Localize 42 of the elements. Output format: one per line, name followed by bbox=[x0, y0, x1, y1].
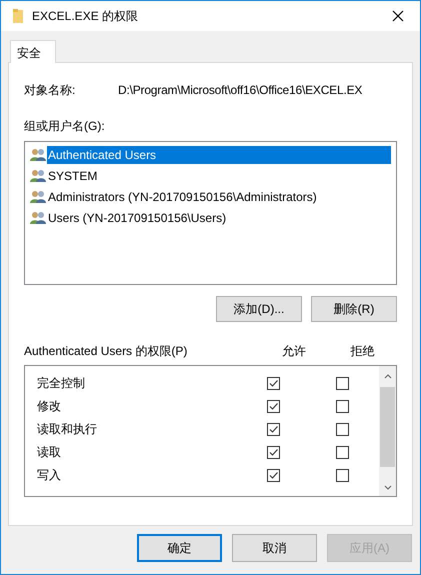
permission-name: 写入 bbox=[36, 467, 62, 484]
object-name-label: 对象名称: bbox=[24, 82, 76, 98]
checkbox[interactable] bbox=[267, 423, 280, 436]
button[interactable]: 添加(D)... bbox=[216, 296, 302, 322]
window-title: EXCEL.EXE 的权限 bbox=[32, 8, 140, 24]
permission-name: 读取 bbox=[36, 444, 62, 461]
column-header: 允许 bbox=[280, 343, 307, 360]
group-list[interactable]: Authenticated Users SYSTEM Administrators (YN-201709150156\Administrators) Users (YN-201709150156\Users) bbox=[24, 141, 397, 285]
checkbox[interactable] bbox=[336, 400, 349, 413]
button[interactable]: 取消 bbox=[232, 534, 317, 562]
permissions-label: Authenticated Users 的权限(P) bbox=[24, 343, 188, 360]
list-item[interactable]: Authenticated Users bbox=[47, 146, 391, 164]
button[interactable]: 删除(R) bbox=[311, 296, 397, 322]
list-item[interactable]: Users (YN-201709150156\Users) bbox=[47, 208, 228, 226]
column-header: 拒绝 bbox=[350, 343, 376, 360]
scroll-down-icon[interactable] bbox=[384, 485, 392, 490]
permission-name: 读取和执行 bbox=[36, 421, 98, 438]
checkbox[interactable] bbox=[336, 446, 349, 459]
scroll-up-icon[interactable] bbox=[384, 374, 392, 379]
scrollbar-thumb[interactable] bbox=[380, 387, 395, 467]
users-icon bbox=[30, 168, 46, 182]
permission-name: 修改 bbox=[36, 398, 62, 415]
permission-name: 完全控制 bbox=[36, 375, 86, 392]
object-name-value: D:\Program\Microsoft\off16\Office16\EXCEL.EX bbox=[118, 83, 362, 97]
list-item[interactable]: SYSTEM bbox=[47, 166, 98, 184]
checkbox[interactable] bbox=[267, 400, 280, 413]
groups-label: 组或用户名(G): bbox=[24, 118, 106, 135]
users-icon bbox=[30, 190, 46, 204]
checkbox[interactable] bbox=[267, 377, 280, 390]
checkbox[interactable] bbox=[267, 446, 280, 459]
checkbox[interactable] bbox=[336, 423, 349, 436]
checkbox[interactable] bbox=[336, 469, 349, 482]
scrollbar[interactable] bbox=[379, 366, 396, 496]
button[interactable]: 确定 bbox=[137, 534, 222, 562]
checkbox[interactable] bbox=[336, 377, 349, 390]
list-item[interactable]: Administrators (YN-201709150156\Administrators) bbox=[47, 188, 318, 206]
close-icon[interactable] bbox=[392, 10, 404, 22]
folder-icon bbox=[13, 9, 23, 23]
users-icon bbox=[30, 210, 46, 224]
tab[interactable]: 安全 bbox=[10, 40, 56, 63]
users-icon bbox=[30, 148, 46, 162]
checkbox[interactable] bbox=[267, 469, 280, 482]
